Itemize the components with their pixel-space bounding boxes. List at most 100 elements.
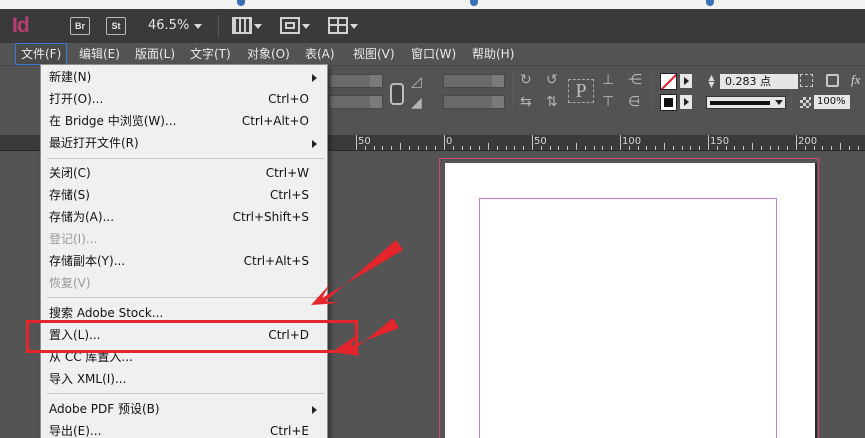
ruler-tick bbox=[804, 146, 806, 150]
menu-window[interactable]: 窗口(W) bbox=[406, 43, 461, 65]
stroke-menu-arrow-icon[interactable] bbox=[680, 95, 692, 109]
select-previous-icon[interactable]: ⋲ bbox=[628, 73, 642, 87]
opacity-field[interactable]: 100% bbox=[814, 95, 850, 109]
ruler-tick bbox=[725, 146, 727, 150]
menu-type[interactable]: 文字(T) bbox=[185, 43, 236, 65]
ruler-tick bbox=[479, 146, 481, 150]
ruler-tick bbox=[769, 146, 771, 150]
stroke-weight-field[interactable]: 0.283 点 bbox=[720, 74, 798, 89]
ruler-tick bbox=[831, 146, 833, 150]
menu-item-save-a-copy[interactable]: 存储副本(Y)... Ctrl+Alt+S bbox=[41, 250, 327, 272]
ruler-tick bbox=[426, 146, 428, 150]
reference-x-field[interactable] bbox=[329, 74, 383, 88]
ruler-tick bbox=[523, 146, 525, 150]
constrain-proportions-icon[interactable] bbox=[390, 83, 404, 105]
fill-none-swatch[interactable] bbox=[660, 73, 677, 90]
menu-item-save-as[interactable]: 存储为(A)... Ctrl+Shift+S bbox=[41, 206, 327, 228]
ruler-tick bbox=[584, 146, 586, 150]
menu-item-save[interactable]: 存储(S) Ctrl+S bbox=[41, 184, 327, 206]
menu-item-label: 登记(I)... bbox=[49, 232, 98, 246]
menu-item-open-recent[interactable]: 最近打开文件(R) bbox=[41, 132, 327, 154]
bridge-button[interactable]: Br bbox=[70, 17, 90, 35]
ruler-tick bbox=[558, 146, 560, 150]
flip-vertical-icon[interactable]: ⇅ bbox=[546, 95, 558, 109]
menu-item-new[interactable]: 新建(N) bbox=[41, 66, 327, 88]
stroke-type-field[interactable] bbox=[706, 96, 786, 109]
ruler-tick bbox=[637, 146, 639, 150]
menu-item-revert: 恢复(V) bbox=[41, 272, 327, 294]
menu-item-label: 新建(N) bbox=[49, 70, 92, 84]
menu-edit[interactable]: 编辑(E) bbox=[74, 43, 125, 65]
frame-fitting-icon[interactable] bbox=[826, 74, 839, 87]
flip-horizontal-icon[interactable]: ⇆ bbox=[520, 95, 532, 109]
select-content-icon[interactable]: ⊤ bbox=[602, 95, 614, 109]
menu-item-browse-in-bridge[interactable]: 在 Bridge 中浏览(W)... Ctrl+Alt+O bbox=[41, 110, 327, 132]
menu-item-label: 恢复(V) bbox=[49, 276, 91, 290]
menu-item-label: 打开(O)... bbox=[49, 92, 104, 106]
stock-button[interactable]: St bbox=[106, 17, 126, 35]
menu-item-adobe-pdf-presets[interactable]: Adobe PDF 预设(B) bbox=[41, 398, 327, 420]
menu-item-import-xml[interactable]: 导入 XML(I)... bbox=[41, 368, 327, 390]
select-next-icon[interactable]: ⋳ bbox=[628, 95, 640, 109]
view-options-dropdown-icon[interactable] bbox=[254, 24, 262, 29]
view-options-icon[interactable] bbox=[232, 17, 252, 34]
menu-item-label: 在 Bridge 中浏览(W)... bbox=[49, 114, 177, 128]
ruler-tick bbox=[496, 146, 498, 150]
ruler-tick bbox=[699, 146, 701, 150]
object-corner-icon[interactable] bbox=[800, 74, 813, 87]
ruler-tick bbox=[408, 146, 410, 150]
screen-mode-dropdown-icon[interactable] bbox=[302, 24, 310, 29]
shear-angle-icon: ◢ bbox=[411, 95, 422, 111]
reference-y-field[interactable] bbox=[329, 95, 383, 109]
menu-item-shortcut: Ctrl+Alt+O bbox=[241, 114, 309, 128]
select-container-icon[interactable]: ⊥ bbox=[602, 73, 614, 87]
rotation-field[interactable] bbox=[443, 74, 505, 88]
rotate-counterclockwise-icon[interactable]: ↺ bbox=[546, 73, 558, 87]
divider bbox=[652, 72, 653, 110]
ruler-tick bbox=[646, 146, 648, 150]
ruler-tick bbox=[690, 146, 692, 150]
menu-view[interactable]: 视图(V) bbox=[348, 43, 400, 65]
app-logo: Id bbox=[12, 14, 30, 37]
menu-help[interactable]: 帮助(H) bbox=[467, 43, 519, 65]
ruler-tick bbox=[664, 143, 665, 150]
ruler-tick bbox=[435, 146, 437, 150]
ruler-tick bbox=[787, 146, 789, 150]
ruler-tick bbox=[752, 143, 753, 150]
menu-item-export[interactable]: 导出(E)... Ctrl+E bbox=[41, 420, 327, 438]
arrange-documents-dropdown-icon[interactable] bbox=[350, 24, 358, 29]
shear-field[interactable] bbox=[443, 95, 505, 109]
screen-mode-icon[interactable] bbox=[280, 17, 300, 34]
ruler-tick bbox=[567, 146, 569, 150]
menu-separator bbox=[47, 393, 325, 394]
ruler-tick bbox=[364, 146, 366, 150]
ruler-tick bbox=[488, 143, 489, 150]
zoom-dropdown-icon[interactable] bbox=[194, 24, 202, 29]
ruler-tick bbox=[848, 146, 850, 150]
ruler-tick bbox=[356, 135, 357, 150]
menu-layout[interactable]: 版面(L) bbox=[130, 43, 180, 65]
menu-item-open[interactable]: 打开(O)... Ctrl+O bbox=[41, 88, 327, 110]
ruler-tick bbox=[620, 135, 621, 150]
ruler-tick bbox=[778, 146, 780, 150]
menu-table[interactable]: 表(A) bbox=[300, 43, 340, 65]
ruler-tick bbox=[549, 146, 551, 150]
ruler-tick bbox=[822, 146, 824, 150]
fx-icon[interactable]: fx bbox=[851, 72, 860, 88]
zoom-level[interactable]: 46.5% bbox=[148, 18, 189, 33]
menu-item-close[interactable]: 关闭(C) Ctrl+W bbox=[41, 162, 327, 184]
menu-object[interactable]: 对象(O) bbox=[242, 43, 295, 65]
arrange-documents-icon[interactable] bbox=[328, 17, 348, 34]
fill-menu-arrow-icon[interactable] bbox=[680, 74, 692, 88]
menu-bar: 文件(F) 编辑(E) 版面(L) 文字(T) 对象(O) 表(A) 视图(V)… bbox=[0, 43, 865, 65]
ruler-tick bbox=[540, 146, 542, 150]
menu-file[interactable]: 文件(F) bbox=[15, 43, 68, 65]
ruler-tick bbox=[444, 135, 445, 150]
stroke-swatch[interactable] bbox=[660, 94, 677, 111]
font-p-icon[interactable]: P bbox=[568, 79, 594, 103]
ruler-tick bbox=[734, 146, 736, 150]
stroke-weight-stepper-icon[interactable]: ▲ ▼ bbox=[706, 74, 717, 89]
rotate-clockwise-icon[interactable]: ↻ bbox=[520, 73, 532, 87]
opacity-icon bbox=[800, 97, 811, 108]
menu-item-shortcut: Ctrl+W bbox=[265, 166, 309, 180]
